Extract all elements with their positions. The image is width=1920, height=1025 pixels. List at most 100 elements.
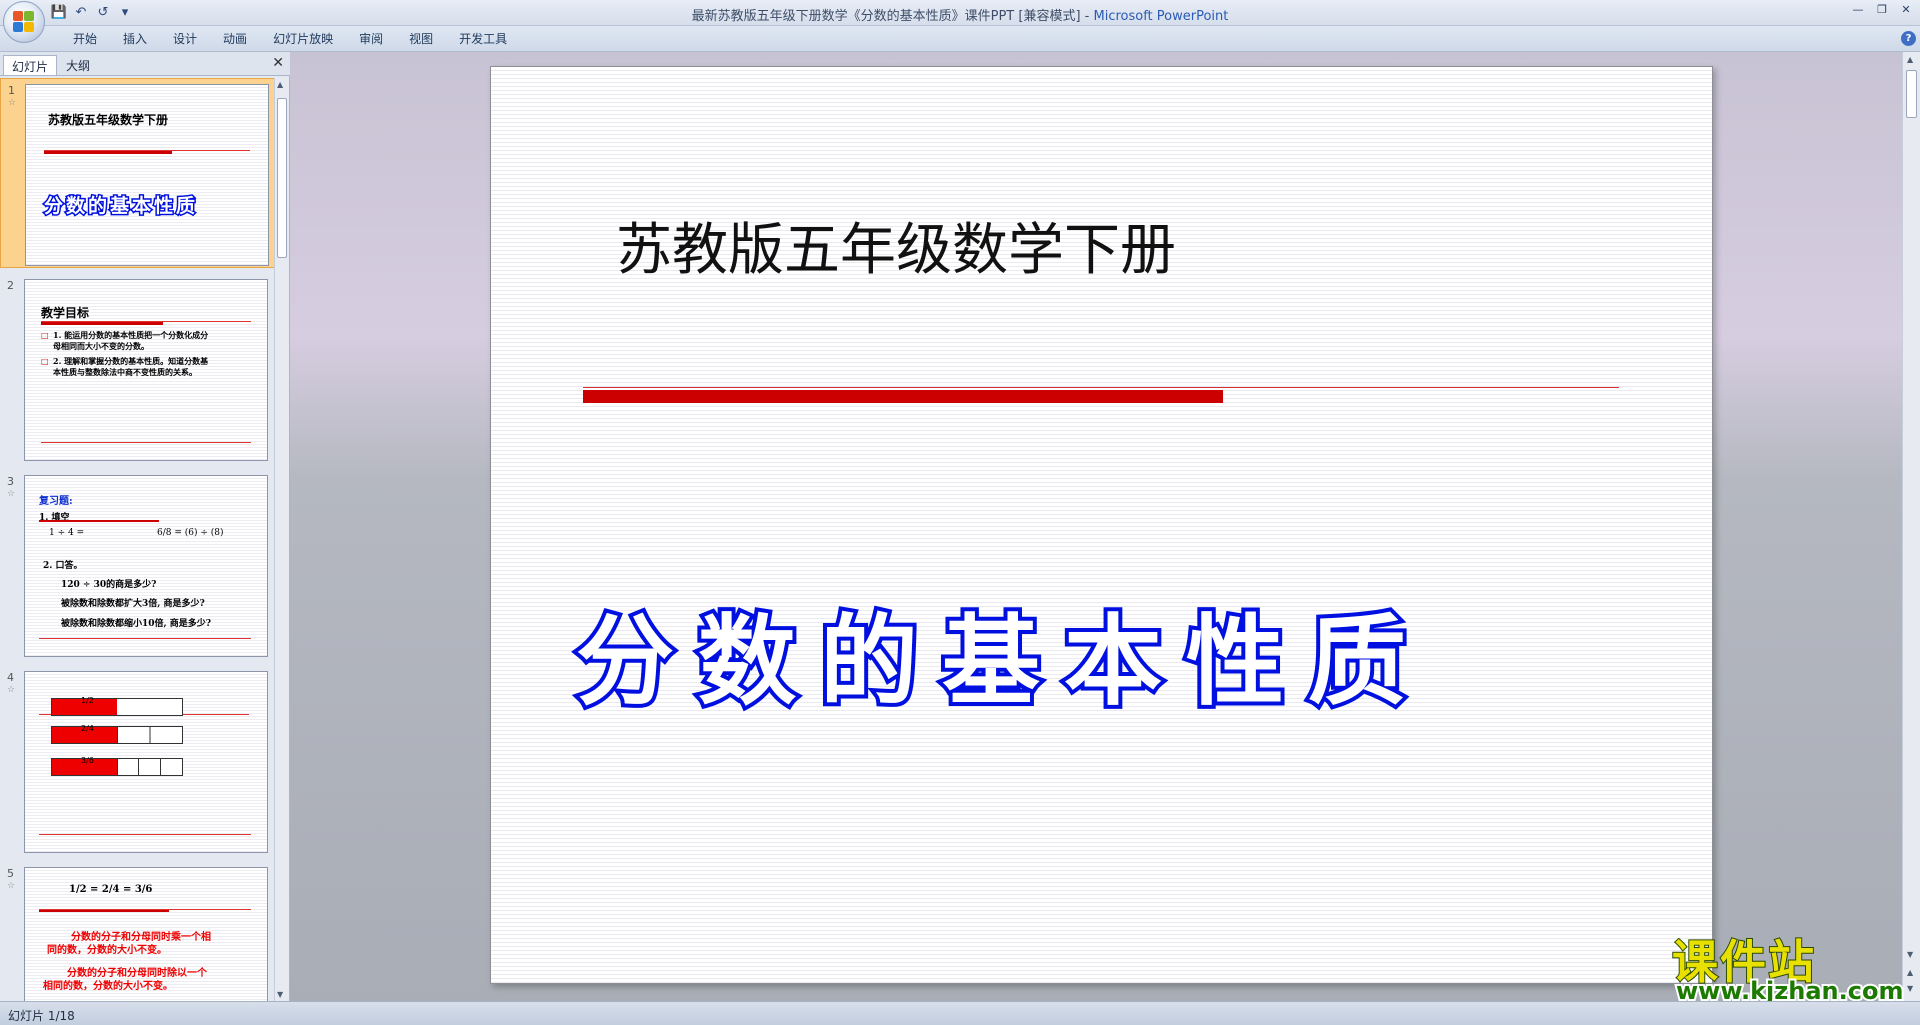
slide-number: 5	[7, 867, 14, 880]
close-panel-icon[interactable]: ✕	[272, 55, 284, 71]
thumbnail-slide-5[interactable]: 5 ☆ 1/2 = 2/4 = 3/6 分数的分子和分母同时乘一个相 同的数，分…	[0, 862, 275, 1001]
thumb-red-line	[41, 442, 251, 443]
thumb-title: 苏教版五年级数学下册	[48, 113, 169, 127]
scroll-up-icon[interactable]: ▲	[1907, 55, 1913, 64]
restore-icon[interactable]: ❐	[1870, 0, 1894, 18]
thumb-red-line	[39, 638, 251, 639]
thumb-subtitle: 分数的基本性质	[42, 194, 199, 219]
tab-view[interactable]: 视图	[396, 30, 446, 48]
previous-slide-icon[interactable]: ▲	[1907, 968, 1913, 977]
tab-home[interactable]: 开始	[60, 30, 110, 48]
scroll-thumb[interactable]	[1906, 70, 1917, 118]
bullet-icon: □	[41, 331, 49, 340]
thumb-title: 教学目标	[41, 306, 90, 320]
current-slide[interactable]: 苏教版五年级数学下册 分数的基本性质	[490, 66, 1713, 984]
office-logo-icon	[13, 11, 35, 33]
slides-panel: 幻灯片 大纲 ✕ 1 ☆ 苏教版五年级数学下册 分数的基本性质 2 教学目标 □…	[0, 52, 290, 1001]
office-button[interactable]	[3, 1, 45, 43]
thumb-red-bar	[39, 910, 169, 912]
thumb-red-line	[41, 321, 251, 322]
slide-red-bar	[583, 390, 1223, 403]
fraction-label: 1/2	[81, 696, 94, 705]
document-title: 最新苏教版五年级下册数学《分数的基本性质》课件PPT [兼容模式] -	[691, 9, 1094, 24]
slide-number: 4	[7, 671, 14, 684]
tab-design[interactable]: 设计	[160, 30, 210, 48]
slide-counter: 幻灯片 1/18	[8, 1009, 75, 1023]
fraction-label: 2/4	[81, 724, 94, 733]
fraction-bar	[51, 698, 183, 716]
scroll-down-icon[interactable]: ▼	[1907, 950, 1913, 959]
tab-slideshow[interactable]: 幻灯片放映	[260, 30, 346, 48]
slide-preview: 苏教版五年级数学下册 分数的基本性质	[25, 84, 269, 266]
thumb-red-bar	[41, 322, 163, 325]
slide-scrollbar[interactable]: ▲ ▼ ▲ ▼	[1902, 52, 1920, 1001]
scroll-up-icon[interactable]: ▲	[277, 80, 283, 89]
slide-preview: 复习题: 1. 填空 1 ÷ 4 = 6/8 = (6) ÷ (8) 2. 口答…	[24, 475, 268, 657]
fraction-bar	[51, 726, 183, 744]
thumbnail-slide-3[interactable]: 3 ☆ 复习题: 1. 填空 1 ÷ 4 = 6/8 = (6) ÷ (8) 2…	[0, 470, 275, 660]
thumbnail-list: 1 ☆ 苏教版五年级数学下册 分数的基本性质 2 教学目标 □ 1. 能运用分数…	[0, 78, 275, 1001]
ribbon: 开始 插入 设计 动画 幻灯片放映 审阅 视图 开发工具 ?	[0, 26, 1920, 52]
tab-developer[interactable]: 开发工具	[446, 30, 520, 48]
watermark-logo: 课件站 www.kjzhan.com	[1670, 926, 1905, 1007]
thumb-text: 1. 能运用分数的基本性质把一个分数化成分	[53, 330, 209, 340]
thumb-text: 母相同而大小不变的分数。	[53, 341, 149, 351]
thumb-text: 同的数，分数的大小不变。	[47, 945, 167, 956]
bullet-icon: □	[41, 357, 49, 366]
thumbnail-slide-4[interactable]: 4 ☆ 1/2 2/4 3/6	[0, 666, 275, 856]
help-icon[interactable]: ?	[1901, 31, 1916, 46]
panel-tabs: 幻灯片 大纲 ✕	[0, 52, 290, 76]
close-icon[interactable]: ✕	[1894, 0, 1918, 18]
window-controls: — ❐ ✕	[1846, 0, 1918, 18]
next-slide-icon[interactable]: ▼	[1907, 984, 1913, 993]
scroll-thumb[interactable]	[277, 98, 287, 258]
window-title: 最新苏教版五年级下册数学《分数的基本性质》课件PPT [兼容模式] - Micr…	[0, 5, 1920, 24]
slide-title[interactable]: 苏教版五年级数学下册	[616, 205, 1176, 286]
thumb-red-line	[39, 834, 251, 835]
minimize-icon[interactable]: —	[1846, 0, 1870, 18]
animation-star-icon: ☆	[7, 685, 16, 695]
thumb-text: 被除数和除数都扩大3倍, 商是多少?	[61, 599, 205, 609]
thumb-red-bar	[44, 151, 172, 154]
animation-star-icon: ☆	[7, 881, 16, 891]
slide-red-line	[583, 387, 1619, 388]
thumb-text: 2. 理解和掌握分数的基本性质。知道分数基	[53, 356, 209, 366]
thumb-red-line	[39, 909, 251, 910]
fraction-bar	[51, 758, 183, 776]
thumb-text: 相同的数，分数的大小不变。	[43, 981, 173, 992]
thumb-text: 6/8 = (6) ÷ (8)	[157, 528, 224, 538]
app-name: Microsoft PowerPoint	[1093, 9, 1229, 24]
slide-subtitle[interactable]: 分数的基本性质	[572, 582, 1430, 724]
slide-preview: 1/2 = 2/4 = 3/6 分数的分子和分母同时乘一个相 同的数，分数的大小…	[24, 867, 268, 1001]
animation-star-icon: ☆	[8, 98, 17, 108]
thumb-equation: 1/2 = 2/4 = 3/6	[69, 884, 153, 895]
slide-preview: 1/2 2/4 3/6	[24, 671, 268, 853]
slide-number: 3	[7, 475, 14, 488]
thumb-text: 1 ÷ 4 =	[49, 528, 85, 538]
title-bar: 💾 ↶ ↺ ▾ 最新苏教版五年级下册数学《分数的基本性质》课件PPT [兼容模式…	[0, 0, 1920, 26]
thumb-text: 被除数和除数都缩小10倍, 商是多少?	[61, 619, 212, 629]
tab-review[interactable]: 审阅	[346, 30, 396, 48]
animation-star-icon: ☆	[7, 489, 16, 499]
tab-slides[interactable]: 幻灯片	[3, 55, 58, 75]
thumb-title: 复习题:	[39, 496, 73, 507]
thumb-text: 2. 口答。	[43, 561, 83, 571]
thumb-text: 120 ÷ 30的商是多少?	[61, 580, 157, 590]
slide-number: 2	[7, 279, 14, 292]
scroll-down-icon[interactable]: ▼	[277, 990, 283, 999]
thumb-text: 本性质与整数除法中商不变性质的关系。	[53, 367, 197, 377]
thumb-red-bar	[39, 520, 159, 522]
tab-outline[interactable]: 大纲	[58, 55, 98, 75]
ribbon-tabs: 开始 插入 设计 动画 幻灯片放映 审阅 视图 开发工具	[60, 30, 520, 48]
thumbnail-slide-2[interactable]: 2 教学目标 □ 1. 能运用分数的基本性质把一个分数化成分 母相同而大小不变的…	[0, 274, 275, 464]
thumb-red-line	[44, 150, 250, 151]
thumbnail-slide-1[interactable]: 1 ☆ 苏教版五年级数学下册 分数的基本性质	[0, 78, 275, 268]
slide-preview: 教学目标 □ 1. 能运用分数的基本性质把一个分数化成分 母相同而大小不变的分数…	[24, 279, 268, 461]
fraction-label: 3/6	[81, 756, 94, 765]
thumbnail-scrollbar[interactable]: ▲ ▼	[274, 78, 289, 1001]
tab-animations[interactable]: 动画	[210, 30, 260, 48]
slide-number: 1	[8, 84, 15, 97]
tab-insert[interactable]: 插入	[110, 30, 160, 48]
slide-editor: 苏教版五年级数学下册 分数的基本性质	[290, 52, 1902, 1001]
status-bar: 幻灯片 1/18	[0, 1001, 1920, 1025]
